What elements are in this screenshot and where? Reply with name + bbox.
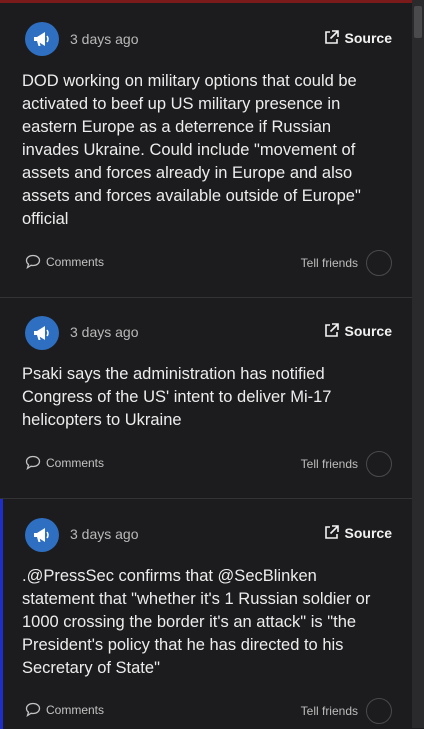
scrollbar-thumb[interactable] (414, 6, 422, 38)
scrollbar[interactable] (412, 0, 424, 728)
megaphone-icon (34, 528, 49, 542)
post-timestamp: 3 days ago (70, 526, 139, 542)
comments-label: Comments (46, 702, 105, 717)
megaphone-icon (34, 32, 49, 46)
comments-button[interactable]: Comments (25, 254, 104, 269)
avatar (25, 316, 59, 350)
source-link[interactable]: Source (323, 524, 392, 541)
megaphone-icon (34, 326, 49, 340)
tell-friends-label: Tell friends (300, 256, 358, 270)
source-label: Source (344, 322, 392, 339)
share-circle-icon (366, 698, 392, 724)
feed-card: 3 days ago Source Psaki says the adminis… (0, 298, 412, 499)
post-text: .@PressSec confirms that @SecBlinken sta… (22, 567, 371, 677)
feed-card: 3 days ago Source DOD working on militar… (0, 0, 412, 298)
post-timestamp: 3 days ago (70, 31, 139, 47)
comment-bubble-icon (25, 702, 41, 717)
source-label: Source (344, 524, 392, 541)
tell-friends-label: Tell friends (300, 704, 358, 718)
source-label: Source (344, 29, 392, 46)
external-link-icon (324, 525, 339, 539)
source-link[interactable]: Source (323, 322, 392, 339)
share-circle-icon (366, 250, 392, 276)
post-text: Psaki says the administration has notifi… (22, 365, 332, 429)
tell-friends-button[interactable]: Tell friends (301, 451, 392, 477)
post-text: DOD working on military options that cou… (22, 72, 361, 228)
external-link-icon (324, 323, 339, 337)
avatar (25, 518, 59, 552)
comments-button[interactable]: Comments (25, 702, 104, 717)
comment-bubble-icon (25, 455, 41, 470)
tell-friends-button[interactable]: Tell friends (301, 250, 392, 276)
comments-label: Comments (46, 455, 105, 470)
comment-bubble-icon (25, 254, 41, 269)
avatar (25, 22, 59, 56)
tell-friends-label: Tell friends (300, 457, 358, 471)
comments-button[interactable]: Comments (25, 455, 104, 470)
comments-label: Comments (46, 254, 105, 269)
post-timestamp: 3 days ago (70, 324, 139, 340)
tell-friends-button[interactable]: Tell friends (301, 698, 392, 724)
external-link-icon (324, 30, 339, 44)
news-feed: 3 days ago Source DOD working on militar… (0, 0, 412, 729)
feed-card: 3 days ago Source .@PressSec confirms th… (0, 499, 412, 729)
source-link[interactable]: Source (323, 29, 392, 46)
share-circle-icon (366, 451, 392, 477)
